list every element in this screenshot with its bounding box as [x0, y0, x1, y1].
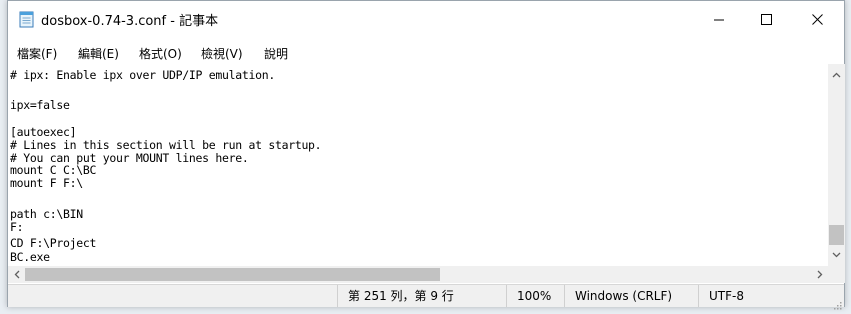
minimize-icon [714, 10, 724, 29]
encoding: UTF-8 [698, 285, 828, 307]
notepad-icon [19, 10, 35, 28]
window-title: dosbox-0.74-3.conf - 記事本 [41, 14, 219, 29]
menu-edit[interactable]: 編輯(E) [78, 45, 119, 62]
text-line: # ipx: Enable ipx over UDP/IP emulation. [10, 68, 275, 82]
zoom-level: 100% [506, 285, 564, 307]
text-line: F: [10, 220, 24, 234]
close-icon [811, 10, 823, 29]
maximize-button[interactable] [743, 1, 789, 37]
status-bar: 第 251 列，第 9 行 100% Windows (CRLF) UTF-8 [8, 284, 844, 310]
horizontal-scroll-thumb[interactable] [25, 268, 440, 281]
menu-bar: 檔案(F) 編輯(E) 格式(O) 檢視(V) 說明 [8, 41, 844, 63]
close-button[interactable] [794, 1, 840, 37]
text-line: mount C C:\BC [10, 163, 97, 177]
text-line: ipx=false [10, 98, 70, 112]
resize-grip-icon[interactable] [832, 295, 842, 310]
text-line: path c:\BIN [10, 207, 83, 221]
notepad-window: dosbox-0.74-3.conf - 記事本 檔案(F) 編輯(E) 格式(… [7, 0, 845, 310]
title-bar[interactable]: dosbox-0.74-3.conf - 記事本 [8, 1, 844, 37]
text-line: CD F:\Project [10, 236, 97, 250]
chevron-down-icon[interactable] [828, 246, 845, 263]
text-line: mount F F:\ [10, 176, 83, 190]
chevron-right-icon[interactable] [811, 266, 828, 283]
vertical-scroll-thumb[interactable] [829, 225, 844, 245]
horizontal-scrollbar[interactable] [8, 266, 828, 283]
text-line: BC.exe [10, 250, 50, 264]
cursor-position: 第 251 列，第 9 行 [337, 285, 506, 307]
menu-help[interactable]: 說明 [264, 45, 288, 62]
menu-format[interactable]: 格式(O) [139, 45, 182, 62]
line-ending: Windows (CRLF) [564, 285, 698, 307]
scrollbar-corner [828, 266, 845, 283]
text-editor[interactable]: # ipx: Enable ipx over UDP/IP emulation.… [8, 64, 828, 266]
minimize-button[interactable] [696, 1, 742, 37]
maximize-icon [760, 10, 772, 29]
text-line: [autoexec] [10, 125, 77, 139]
menu-view[interactable]: 檢視(V) [201, 45, 243, 62]
vertical-scrollbar[interactable] [828, 64, 845, 266]
menu-file[interactable]: 檔案(F) [17, 45, 57, 62]
text-line: # Lines in this section will be run at s… [10, 138, 322, 152]
chevron-left-icon[interactable] [8, 266, 25, 283]
chevron-up-icon[interactable] [828, 66, 845, 83]
